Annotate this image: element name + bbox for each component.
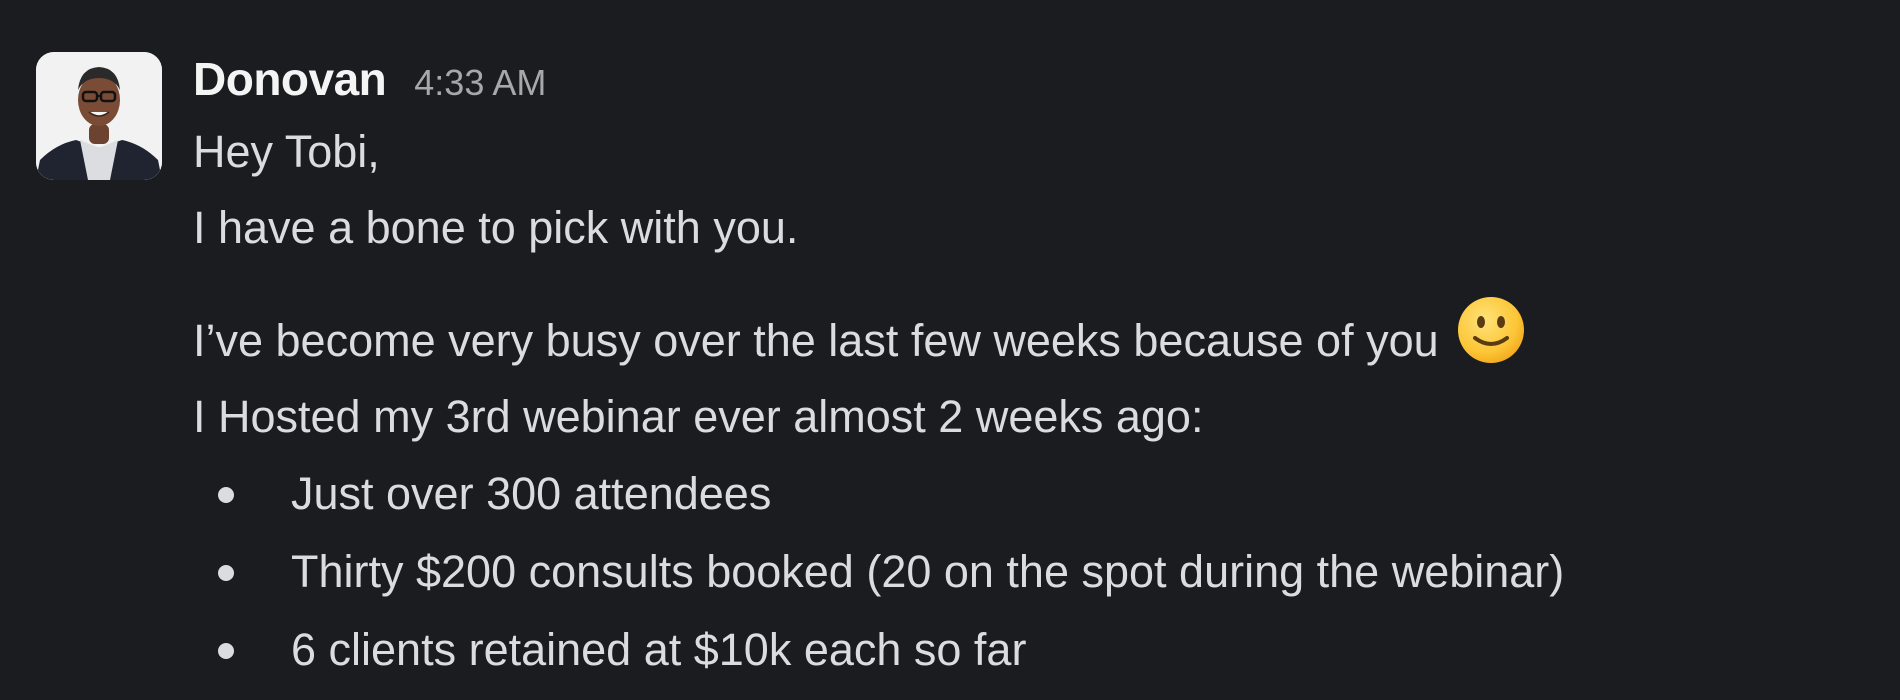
- list-item-text: Just over 300 attendees: [291, 468, 772, 519]
- message-line: I’ve become very busy over the last few …: [193, 294, 1876, 379]
- avatar[interactable]: [36, 52, 162, 180]
- message-line: I have a bone to pick with you.: [193, 202, 799, 253]
- bullet-list: Just over 300 attendees Thirty $200 cons…: [193, 455, 1876, 689]
- bullet-dot-icon: [218, 643, 234, 659]
- message-line-text: I’ve become very busy over the last few …: [193, 315, 1439, 366]
- message-timestamp[interactable]: 4:33 AM: [414, 62, 546, 104]
- list-item-text: Thirty $200 consults booked (20 on the s…: [291, 546, 1565, 597]
- message-header: Donovan 4:33 AM: [193, 52, 1876, 114]
- chat-message: Donovan 4:33 AM Hey Tobi, I have a bone …: [36, 52, 1876, 692]
- list-item: Thirty $200 consults booked (20 on the s…: [193, 533, 1876, 611]
- message-line: I Hosted my 3rd webinar ever almost 2 we…: [193, 391, 1204, 442]
- author-name[interactable]: Donovan: [193, 52, 387, 106]
- list-item: Just over 300 attendees: [193, 455, 1876, 533]
- profile-photo-icon: [36, 52, 162, 180]
- slightly-smiling-face-icon[interactable]: [1455, 294, 1527, 366]
- message-line: Hey Tobi,: [193, 126, 380, 177]
- bullet-dot-icon: [218, 565, 234, 581]
- message-content: Donovan 4:33 AM Hey Tobi, I have a bone …: [193, 52, 1876, 689]
- list-item-text: 6 clients retained at $10k each so far: [291, 624, 1027, 675]
- bullet-dot-icon: [218, 487, 234, 503]
- list-item: 6 clients retained at $10k each so far: [193, 611, 1876, 689]
